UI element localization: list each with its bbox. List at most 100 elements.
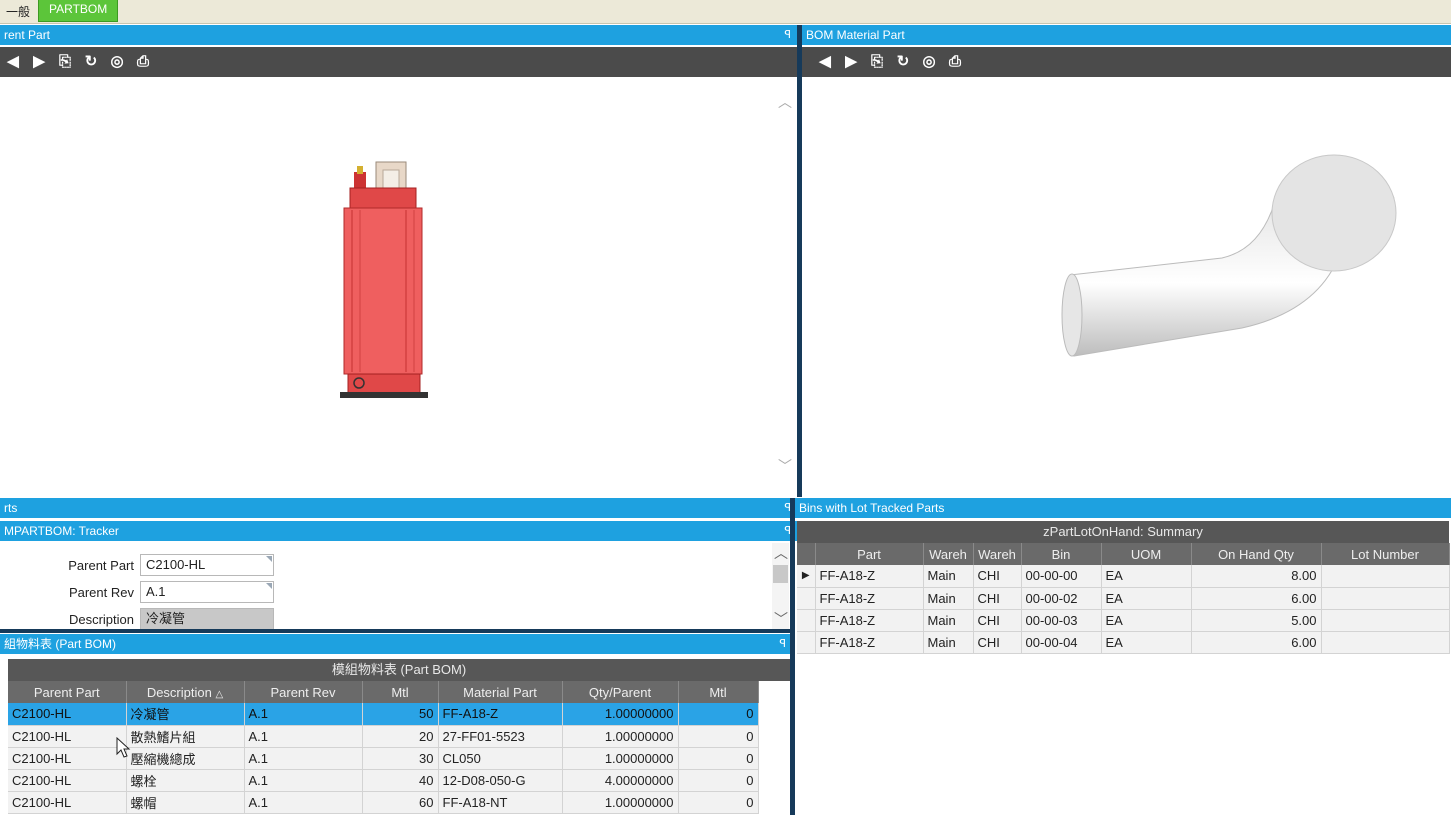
cell-part[interactable]: FF-A18-Z (815, 631, 924, 654)
cell-warehouse-2[interactable]: CHI (973, 609, 1022, 632)
horizontal-splitter[interactable] (0, 629, 792, 633)
cell-uom[interactable]: EA (1101, 609, 1192, 632)
print-icon[interactable]: ⎙ (134, 53, 152, 71)
cell-qty-parent[interactable]: 1.00000000 (562, 703, 679, 726)
cell-material-part[interactable]: FF-A18-Z (438, 703, 563, 726)
cell-warehouse[interactable]: Main (923, 609, 974, 632)
globe-icon[interactable]: ◎ (108, 53, 126, 71)
cell-uom[interactable]: EA (1101, 565, 1192, 588)
cell-description[interactable]: 壓縮機總成 (126, 747, 245, 770)
cell-warehouse-2[interactable]: CHI (973, 565, 1022, 588)
col-mtl[interactable]: Mtl (362, 681, 439, 703)
col-warehouse[interactable]: Wareh (923, 543, 974, 565)
parent-part-field[interactable]: C2100-HL (140, 554, 274, 576)
col-description[interactable]: Description △ (126, 681, 245, 703)
cell-material-part[interactable]: FF-A18-NT (438, 791, 563, 814)
scroll-down-icon[interactable]: ﹀ (778, 456, 792, 476)
cell-warehouse-2[interactable]: CHI (973, 631, 1022, 654)
cell-qty-parent[interactable]: 1.00000000 (562, 725, 679, 748)
cell-mtl-2[interactable]: 0 (678, 791, 759, 814)
cell-bin[interactable]: 00-00-04 (1021, 631, 1102, 654)
col-warehouse-2[interactable]: Wareh (973, 543, 1022, 565)
cell-mtl[interactable]: 30 (362, 747, 439, 770)
cell-mtl[interactable]: 20 (362, 725, 439, 748)
scroll-thumb[interactable] (773, 565, 788, 583)
cell-parent-rev[interactable]: A.1 (244, 769, 363, 792)
cell-mtl[interactable]: 40 (362, 769, 439, 792)
cell-part[interactable]: FF-A18-Z (815, 609, 924, 632)
col-parent-part[interactable]: Parent Part (8, 681, 127, 703)
back-icon[interactable]: ◀ (816, 53, 834, 71)
cell-parent-part[interactable]: C2100-HL (8, 703, 127, 726)
cell-lot-number[interactable] (1321, 631, 1450, 654)
export-icon[interactable]: ⎘ (868, 53, 886, 71)
cell-bin[interactable]: 00-00-02 (1021, 587, 1102, 610)
bom-material-3d-view[interactable] (802, 80, 1451, 496)
cell-part[interactable]: FF-A18-Z (815, 565, 924, 588)
cell-parent-rev[interactable]: A.1 (244, 791, 363, 814)
cell-parent-rev[interactable]: A.1 (244, 747, 363, 770)
cell-uom[interactable]: EA (1101, 587, 1192, 610)
cell-mtl-2[interactable]: 0 (678, 769, 759, 792)
cell-mtl[interactable]: 50 (362, 703, 439, 726)
cell-lot-number[interactable] (1321, 587, 1450, 610)
cell-lot-number[interactable] (1321, 609, 1450, 632)
cell-material-part[interactable]: 27-FF01-5523 (438, 725, 563, 748)
scroll-up-icon[interactable]: ︿ (774, 543, 788, 563)
col-uom[interactable]: UOM (1101, 543, 1192, 565)
cell-warehouse[interactable]: Main (923, 631, 974, 654)
cell-parent-part[interactable]: C2100-HL (8, 769, 127, 792)
back-icon[interactable]: ◀ (4, 53, 22, 71)
table-row[interactable]: C2100-HL 螺栓 A.1 40 12-D08-050-G 4.000000… (8, 769, 759, 792)
col-lot-number[interactable]: Lot Number (1321, 543, 1450, 565)
table-row[interactable]: FF-A18-Z Main CHI 00-00-04 EA 6.00 (797, 631, 1450, 654)
col-on-hand-qty[interactable]: On Hand Qty (1191, 543, 1322, 565)
cell-material-part[interactable]: 12-D08-050-G (438, 769, 563, 792)
pin-icon[interactable]: ꟼ (779, 634, 786, 654)
table-row[interactable]: FF-A18-Z Main CHI 00-00-03 EA 5.00 (797, 609, 1450, 632)
cell-mtl-2[interactable]: 0 (678, 725, 759, 748)
cell-mtl-2[interactable]: 0 (678, 747, 759, 770)
globe-icon[interactable]: ◎ (920, 53, 938, 71)
scroll-up-icon[interactable]: ︿ (778, 92, 792, 112)
cell-description[interactable]: 冷凝管 (126, 703, 245, 726)
export-icon[interactable]: ⎘ (56, 53, 74, 71)
vertical-splitter-lower[interactable] (790, 498, 795, 815)
refresh-icon[interactable]: ↻ (82, 53, 100, 71)
table-row[interactable]: ▶ FF-A18-Z Main CHI 00-00-00 EA 8.00 (797, 565, 1450, 588)
cell-uom[interactable]: EA (1101, 631, 1192, 654)
col-qty-parent[interactable]: Qty/Parent (562, 681, 679, 703)
print-icon[interactable]: ⎙ (946, 53, 964, 71)
col-mtl-2[interactable]: Mtl (678, 681, 759, 703)
cell-on-hand-qty[interactable]: 8.00 (1191, 565, 1322, 588)
cell-qty-parent[interactable]: 1.00000000 (562, 791, 679, 814)
scroll-down-icon[interactable]: ﹀ (774, 609, 788, 629)
cell-mtl-2[interactable]: 0 (678, 703, 759, 726)
tab-general[interactable]: 一般 (0, 2, 36, 22)
forward-icon[interactable]: ▶ (842, 53, 860, 71)
cell-parent-rev[interactable]: A.1 (244, 725, 363, 748)
parent-rev-field[interactable]: A.1 (140, 581, 274, 603)
parent-part-3d-view[interactable]: ︿ ﹀ (8, 80, 798, 496)
cell-bin[interactable]: 00-00-03 (1021, 609, 1102, 632)
cell-description[interactable]: 螺帽 (126, 791, 245, 814)
cell-description[interactable]: 散熱鰭片組 (126, 725, 245, 748)
cell-part[interactable]: FF-A18-Z (815, 587, 924, 610)
table-row[interactable]: C2100-HL 冷凝管 A.1 50 FF-A18-Z 1.00000000 … (8, 703, 759, 726)
refresh-icon[interactable]: ↻ (894, 53, 912, 71)
tab-partbom[interactable]: PARTBOM (38, 0, 119, 22)
cell-qty-parent[interactable]: 4.00000000 (562, 769, 679, 792)
col-parent-rev[interactable]: Parent Rev (244, 681, 363, 703)
cell-warehouse[interactable]: Main (923, 587, 974, 610)
pin-icon[interactable]: ꟼ (784, 25, 791, 45)
cell-qty-parent[interactable]: 1.00000000 (562, 747, 679, 770)
cell-warehouse-2[interactable]: CHI (973, 587, 1022, 610)
cell-material-part[interactable]: CL050 (438, 747, 563, 770)
cell-on-hand-qty[interactable]: 6.00 (1191, 587, 1322, 610)
tracker-scrollbar[interactable]: ︿ ﹀ (772, 543, 789, 629)
cell-on-hand-qty[interactable]: 6.00 (1191, 631, 1322, 654)
col-bin[interactable]: Bin (1021, 543, 1102, 565)
cell-parent-part[interactable]: C2100-HL (8, 791, 127, 814)
col-part[interactable]: Part (815, 543, 924, 565)
cell-bin[interactable]: 00-00-00 (1021, 565, 1102, 588)
